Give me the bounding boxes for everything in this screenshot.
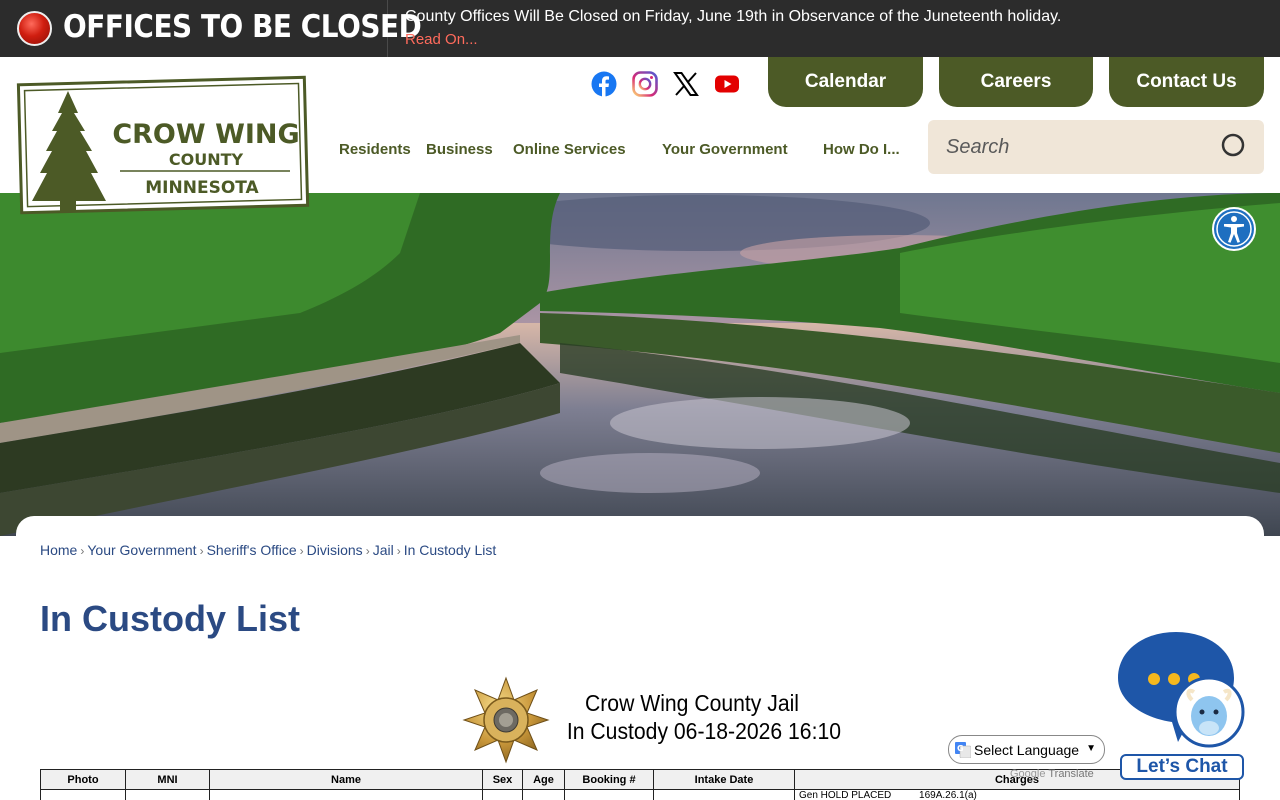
breadcrumb-separator: › (396, 544, 401, 558)
table-cell (125, 789, 210, 800)
breadcrumb-home[interactable]: Home (40, 542, 77, 558)
county-logo[interactable]: CROW WING COUNTY MINNESOTA (16, 73, 312, 215)
logo-line1: CROW WING (112, 119, 299, 150)
breadcrumb-separator: › (299, 544, 304, 558)
alert-dot-icon (17, 11, 52, 46)
breadcrumb-separator: › (80, 544, 85, 558)
search-box (928, 120, 1264, 174)
column-booking-number: Booking # (564, 769, 654, 790)
breadcrumb-separator: › (365, 544, 370, 558)
svg-text:G: G (957, 744, 964, 753)
google-wordmark: Google (1010, 768, 1046, 780)
column-age: Age (522, 769, 565, 790)
table-cell (209, 789, 483, 800)
facebook-icon[interactable] (591, 71, 617, 97)
nav-business[interactable]: Business (426, 141, 493, 158)
column-photo: Photo (40, 769, 126, 790)
alert-bar: OFFICES TO BE CLOSED County Offices Will… (0, 0, 1280, 57)
site-header: CROW WING COUNTY MINNESOTA Calendar Care… (0, 57, 1280, 251)
chat-bot-icon[interactable] (1116, 630, 1246, 750)
nav-online-services[interactable]: Online Services (513, 141, 626, 158)
lets-chat-button[interactable]: Let’s Chat (1120, 754, 1244, 780)
breadcrumb-your-government[interactable]: Your Government (87, 542, 196, 558)
language-select-label: Select Language (974, 742, 1080, 758)
nav-how-do-i[interactable]: How Do I... (823, 141, 900, 158)
search-input[interactable] (946, 132, 1206, 162)
chevron-down-icon: ▼ (1086, 743, 1096, 754)
table-cell (564, 789, 654, 800)
accessibility-icon[interactable] (1212, 207, 1256, 251)
breadcrumb-separator: › (199, 544, 204, 558)
youtube-icon[interactable] (714, 71, 740, 97)
instagram-icon[interactable] (632, 71, 658, 97)
contact-us-button[interactable]: Contact Us (1109, 57, 1264, 107)
table-cell (482, 789, 523, 800)
x-icon[interactable] (673, 71, 699, 97)
breadcrumb-divisions[interactable]: Divisions (307, 542, 363, 558)
sheriff-star-badge-icon (462, 676, 550, 764)
careers-button[interactable]: Careers (939, 57, 1093, 107)
translate-label: Translate (1048, 768, 1094, 780)
table-row: Gen HOLD PLACED 169A.26.1(a) (40, 789, 1240, 800)
charges-cell: Gen HOLD PLACED 169A.26.1(a) (794, 789, 1240, 800)
custody-date: In Custody 06-18-2026 16:10 (566, 718, 841, 744)
language-select[interactable]: G Select Language ▼ (948, 735, 1105, 764)
google-translate-attribution[interactable]: Google Translate (1010, 768, 1094, 780)
alert-heading-block: OFFICES TO BE CLOSED (0, 0, 422, 57)
table-cell (522, 789, 565, 800)
breadcrumb-jail[interactable]: Jail (373, 542, 394, 558)
logo-line3: MINNESOTA (145, 178, 259, 198)
jail-name: Crow Wing County Jail (584, 690, 800, 716)
column-name: Name (209, 769, 483, 790)
table-cell (40, 789, 126, 800)
alert-message: County Offices Will Be Closed on Friday,… (405, 8, 1062, 25)
nav-your-government[interactable]: Your Government (662, 141, 788, 158)
page-title: In Custody List (40, 598, 300, 639)
breadcrumb: Home › Your Government › Sheriff's Office › Di… (40, 542, 496, 558)
breadcrumb-current: In Custody List (403, 542, 497, 558)
column-mni: MNI (125, 769, 210, 790)
hero-river-image (0, 193, 1280, 536)
table-cell (653, 789, 795, 800)
calendar-button[interactable]: Calendar (768, 57, 923, 107)
logo-line2: COUNTY (169, 150, 244, 169)
google-translate-icon: G (955, 742, 971, 758)
column-sex: Sex (482, 769, 523, 790)
alert-heading: OFFICES TO BE CLOSED (63, 9, 422, 45)
column-intake-date: Intake Date (653, 769, 795, 790)
nav-residents[interactable]: Residents (339, 141, 411, 158)
breadcrumb-sheriffs-office[interactable]: Sheriff's Office (207, 542, 297, 558)
search-icon[interactable] (1218, 131, 1248, 161)
alert-read-on-link[interactable]: Read On... (405, 31, 478, 48)
